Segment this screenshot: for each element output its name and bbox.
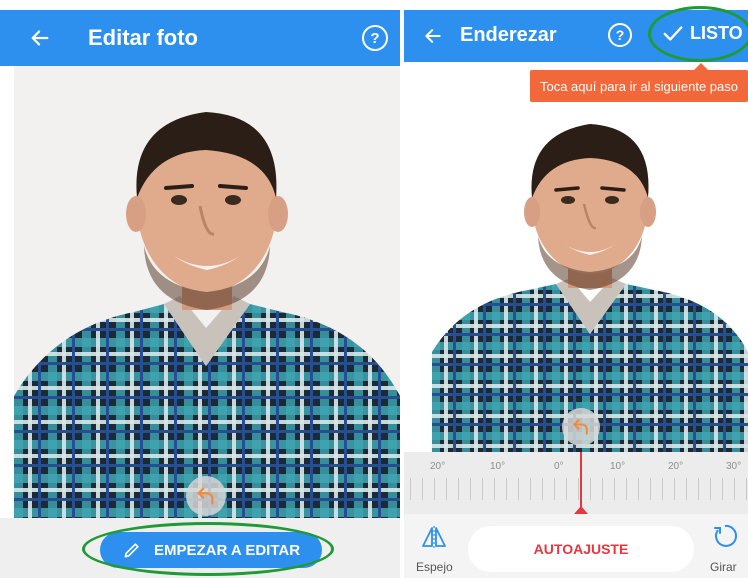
ruler-tick <box>698 478 699 500</box>
ruler-tick <box>482 478 483 500</box>
ruler-label: 10° <box>610 461 626 472</box>
mirror-label: Espejo <box>416 560 453 574</box>
ruler-tick <box>662 478 663 500</box>
start-editing-label: EMPEZAR A EDITAR <box>153 541 301 559</box>
pencil-icon <box>124 543 139 558</box>
ruler-tick <box>674 478 675 500</box>
portrait-photo <box>14 66 400 518</box>
ruler-tick <box>422 478 423 500</box>
ruler-tick <box>614 478 615 500</box>
straighten-screen: Enderezar ? LISTO Toca aquí para ir al s… <box>404 0 748 578</box>
ruler-tick <box>722 478 723 500</box>
ruler-tick <box>446 478 447 500</box>
ruler-tick <box>470 478 471 500</box>
ruler-label: 10° <box>490 461 506 472</box>
undo-icon <box>573 419 588 435</box>
back-button[interactable] <box>26 24 54 52</box>
ruler-tick <box>746 478 747 500</box>
ruler-tick <box>638 478 639 500</box>
portrait-illustration <box>14 112 400 518</box>
auto-adjust-button[interactable]: AUTOAJUSTE <box>468 526 694 572</box>
arrow-left-icon <box>31 30 49 46</box>
top-app-bar: Editar foto ? <box>0 10 400 66</box>
ruler-label: 30° <box>726 461 742 472</box>
angle-ruler[interactable]: 20° 10° 0° 10° 20° 30° <box>404 452 748 514</box>
ruler-label: 0° <box>554 461 564 472</box>
ruler-tick <box>686 478 687 500</box>
ruler-tick <box>590 478 591 500</box>
ruler-label: 20° <box>430 461 446 472</box>
ruler-tick <box>710 478 711 500</box>
ruler-tick <box>410 478 411 500</box>
ruler-label: 20° <box>668 461 684 472</box>
arrow-left-icon <box>425 29 441 43</box>
portrait-photo <box>432 102 748 452</box>
check-icon <box>663 26 683 41</box>
app-root: Editar foto ? EMPEZAR A EDITAR Enderezar… <box>0 0 748 578</box>
angle-indicator-triangle <box>574 506 588 514</box>
ruler-tick <box>566 478 567 500</box>
ruler-tick <box>554 478 555 500</box>
back-button[interactable] <box>420 23 446 49</box>
done-label: LISTO <box>690 22 743 43</box>
undo-button[interactable] <box>186 476 226 516</box>
done-button[interactable]: LISTO <box>662 22 743 44</box>
start-editing-button[interactable]: EMPEZAR A EDITAR <box>100 532 322 568</box>
page-title: Enderezar <box>460 24 557 46</box>
mirror-button[interactable] <box>416 524 452 554</box>
angle-indicator-line <box>580 452 582 508</box>
ruler-tick <box>542 478 543 500</box>
ruler-tick <box>506 478 507 500</box>
portrait-illustration <box>432 124 748 452</box>
ruler-tick <box>626 478 627 500</box>
ruler-tick <box>458 478 459 500</box>
ruler-tick <box>518 478 519 500</box>
ruler-tick <box>578 478 579 500</box>
ruler-tick <box>530 478 531 500</box>
top-app-bar: Enderezar ? LISTO <box>404 6 748 62</box>
rotate-label: Girar <box>710 560 737 574</box>
ruler-tick <box>602 478 603 500</box>
page-title: Editar foto <box>88 25 198 50</box>
ruler-tick <box>650 478 651 500</box>
help-icon[interactable]: ? <box>608 23 632 47</box>
bottom-bar: EMPEZAR A EDITAR <box>0 518 400 578</box>
help-icon[interactable]: ? <box>362 25 388 51</box>
rotate-icon <box>714 524 737 547</box>
ruler-tick <box>434 478 435 500</box>
tool-bar: Espejo AUTOAJUSTE Girar <box>404 514 748 578</box>
ruler-tick <box>494 478 495 500</box>
undo-icon <box>197 487 214 505</box>
undo-button[interactable] <box>562 408 600 446</box>
rotate-button[interactable] <box>708 522 742 556</box>
ruler-tick <box>734 478 735 500</box>
edit-photo-screen: Editar foto ? EMPEZAR A EDITAR <box>0 0 400 578</box>
mirror-icon <box>422 526 446 550</box>
next-step-tooltip[interactable]: Toca aquí para ir al siguiente paso <box>530 63 748 102</box>
